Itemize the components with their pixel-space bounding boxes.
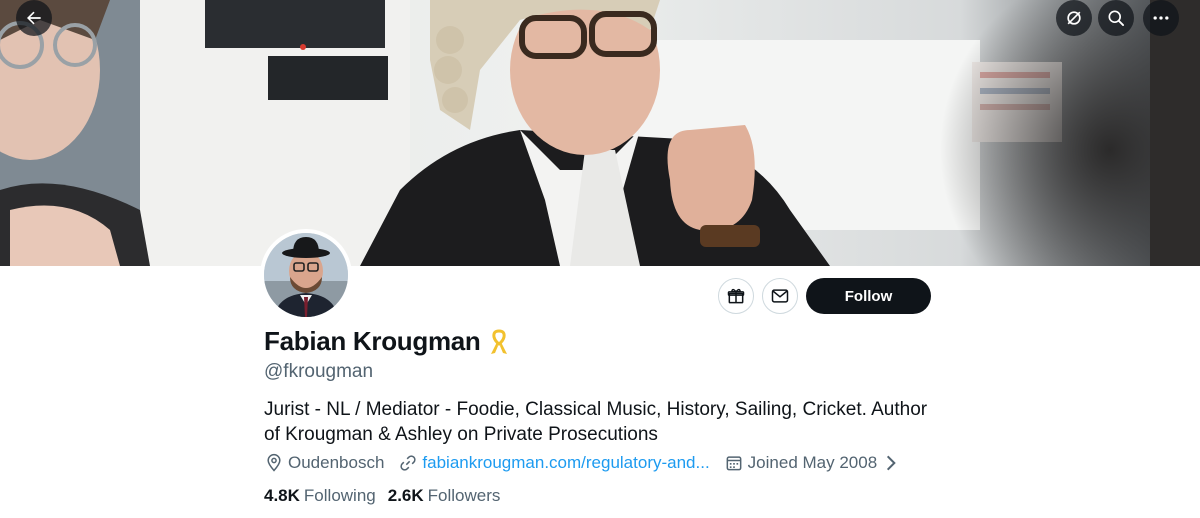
chevron-right-icon (887, 455, 896, 471)
banner-photo (0, 0, 1200, 266)
more-options-button[interactable] (1143, 0, 1179, 36)
joined-date: Joined May 2008 (747, 453, 878, 472)
profile-bio: Jurist - NL / Mediator - Foodie, Classic… (264, 399, 928, 445)
website-item[interactable]: fabiankrougman.com/regulatory-and... (398, 453, 710, 473)
location-pin-icon (267, 453, 281, 472)
calendar-icon (726, 456, 742, 471)
envelope-icon (771, 289, 789, 303)
message-button[interactable] (762, 278, 798, 314)
avatar-photo (264, 233, 348, 317)
followers-stat[interactable]: 2.6K Followers (388, 486, 501, 506)
yellow-ribbon-icon (490, 328, 507, 354)
grok-icon (1067, 11, 1081, 25)
follow-button[interactable]: Follow (806, 278, 931, 314)
back-button[interactable] (16, 0, 52, 36)
search-icon (1108, 10, 1124, 27)
followers-count: 2.6K (387, 486, 424, 505)
profile-banner[interactable] (0, 0, 1200, 266)
joined-item[interactable]: Joined May 2008 (724, 453, 905, 473)
display-name-row: Fabian Krougman (264, 326, 511, 357)
follow-stats: 4.8K Following 2.6K Followers (264, 486, 512, 506)
following-stat[interactable]: 4.8K Following (264, 486, 376, 506)
gift-button[interactable] (718, 278, 754, 314)
following-label: Following (303, 486, 376, 505)
location-item: Oudenbosch (264, 453, 384, 473)
following-count: 4.8K (264, 486, 300, 505)
more-dots-icon (1153, 16, 1169, 20)
followers-label: Followers (427, 486, 501, 505)
search-button[interactable] (1098, 0, 1134, 36)
location-text: Oudenbosch (288, 453, 385, 472)
grok-button[interactable] (1056, 0, 1092, 36)
display-name: Fabian Krougman (264, 326, 481, 356)
profile-meta: Oudenbosch fabiankrougman.com/regulatory… (264, 453, 919, 473)
link-icon (400, 455, 417, 471)
arrow-left-icon (27, 11, 41, 25)
gift-icon (727, 288, 745, 304)
profile-avatar[interactable] (260, 229, 352, 321)
website-link[interactable]: fabiankrougman.com/regulatory-and... (422, 453, 709, 473)
user-handle: @fkrougman (264, 361, 374, 382)
